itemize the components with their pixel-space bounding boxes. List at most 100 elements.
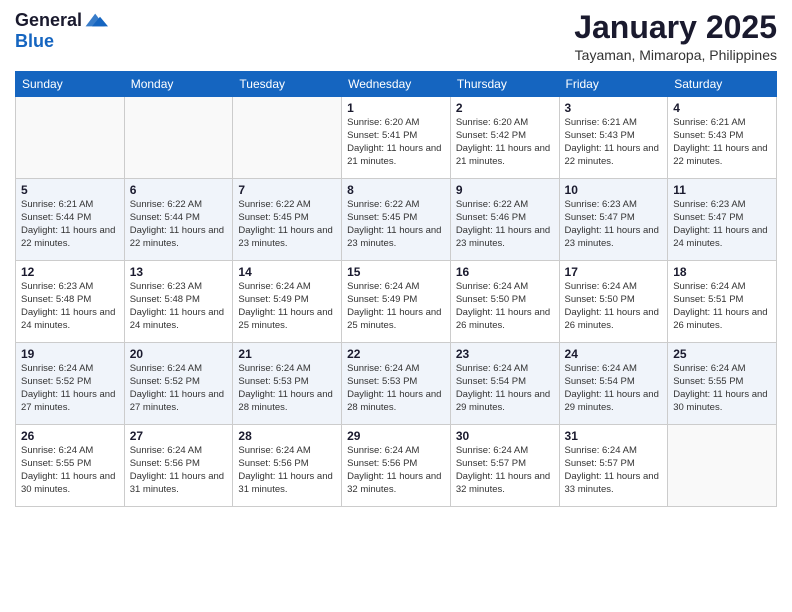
calendar-weekday-header: Friday <box>559 72 668 97</box>
day-number: 7 <box>238 183 336 197</box>
day-info: Sunrise: 6:20 AMSunset: 5:41 PMDaylight:… <box>347 117 445 168</box>
calendar-cell: 28 Sunrise: 6:24 AMSunset: 5:56 PMDayligh… <box>233 425 342 507</box>
day-info: Sunrise: 6:23 AMSunset: 5:47 PMDaylight:… <box>565 199 663 250</box>
calendar-cell: 20 Sunrise: 6:24 AMSunset: 5:52 PMDayligh… <box>124 343 233 425</box>
calendar-cell: 11 Sunrise: 6:23 AMSunset: 5:47 PMDayligh… <box>668 179 777 261</box>
calendar-cell: 14 Sunrise: 6:24 AMSunset: 5:49 PMDayligh… <box>233 261 342 343</box>
day-info: Sunrise: 6:24 AMSunset: 5:56 PMDaylight:… <box>238 445 336 496</box>
calendar-weekday-header: Sunday <box>16 72 125 97</box>
day-number: 10 <box>565 183 663 197</box>
calendar-cell: 26 Sunrise: 6:24 AMSunset: 5:55 PMDayligh… <box>16 425 125 507</box>
day-number: 14 <box>238 265 336 279</box>
day-info: Sunrise: 6:24 AMSunset: 5:54 PMDaylight:… <box>565 363 663 414</box>
calendar-cell <box>16 97 125 179</box>
calendar-weekday-header: Monday <box>124 72 233 97</box>
calendar-cell: 1Sunrise: 6:20 AMSunset: 5:41 PMDaylight… <box>342 97 451 179</box>
day-info: Sunrise: 6:24 AMSunset: 5:55 PMDaylight:… <box>21 445 119 496</box>
day-info: Sunrise: 6:23 AMSunset: 5:47 PMDaylight:… <box>673 199 771 250</box>
day-info: Sunrise: 6:24 AMSunset: 5:51 PMDaylight:… <box>673 281 771 332</box>
calendar-cell: 30 Sunrise: 6:24 AMSunset: 5:57 PMDayligh… <box>450 425 559 507</box>
calendar-cell: 3Sunrise: 6:21 AMSunset: 5:43 PMDaylight… <box>559 97 668 179</box>
logo-general: General <box>15 11 82 31</box>
month-title: January 2025 <box>574 10 777 45</box>
day-number: 20 <box>130 347 228 361</box>
logo-icon <box>84 8 108 32</box>
page: General Blue January 2025 Tayaman, Mimar… <box>0 0 792 612</box>
calendar-cell <box>124 97 233 179</box>
day-info: Sunrise: 6:21 AMSunset: 5:44 PMDaylight:… <box>21 199 119 250</box>
calendar-cell: 12Sunrise: 6:23 AMSunset: 5:48 PMDayligh… <box>16 261 125 343</box>
day-info: Sunrise: 6:24 AMSunset: 5:56 PMDaylight:… <box>347 445 445 496</box>
calendar-cell: 5 Sunrise: 6:21 AMSunset: 5:44 PMDaylight… <box>16 179 125 261</box>
logo-text: General Blue <box>15 10 108 52</box>
day-info: Sunrise: 6:20 AMSunset: 5:42 PMDaylight:… <box>456 117 554 168</box>
day-info: Sunrise: 6:24 AMSunset: 5:53 PMDaylight:… <box>347 363 445 414</box>
logo: General Blue <box>15 10 108 52</box>
day-info: Sunrise: 6:24 AMSunset: 5:49 PMDaylight:… <box>238 281 336 332</box>
calendar-header-row: SundayMondayTuesdayWednesdayThursdayFrid… <box>16 72 777 97</box>
day-number: 13 <box>130 265 228 279</box>
day-number: 21 <box>238 347 336 361</box>
day-number: 11 <box>673 183 771 197</box>
calendar-week-row: 26 Sunrise: 6:24 AMSunset: 5:55 PMDayligh… <box>16 425 777 507</box>
day-number: 22 <box>347 347 445 361</box>
day-info: Sunrise: 6:24 AMSunset: 5:52 PMDaylight:… <box>21 363 119 414</box>
day-info: Sunrise: 6:22 AMSunset: 5:44 PMDaylight:… <box>130 199 228 250</box>
calendar-cell: 24 Sunrise: 6:24 AMSunset: 5:54 PMDayligh… <box>559 343 668 425</box>
calendar-cell: 10 Sunrise: 6:23 AMSunset: 5:47 PMDayligh… <box>559 179 668 261</box>
day-info: Sunrise: 6:24 AMSunset: 5:50 PMDaylight:… <box>456 281 554 332</box>
calendar-cell: 29 Sunrise: 6:24 AMSunset: 5:56 PMDayligh… <box>342 425 451 507</box>
day-info: Sunrise: 6:24 AMSunset: 5:56 PMDaylight:… <box>130 445 228 496</box>
day-number: 23 <box>456 347 554 361</box>
calendar-cell: 23Sunrise: 6:24 AMSunset: 5:54 PMDayligh… <box>450 343 559 425</box>
calendar-cell: 22 Sunrise: 6:24 AMSunset: 5:53 PMDayligh… <box>342 343 451 425</box>
day-number: 18 <box>673 265 771 279</box>
day-number: 25 <box>673 347 771 361</box>
header: General Blue January 2025 Tayaman, Mimar… <box>15 10 777 63</box>
day-number: 30 <box>456 429 554 443</box>
day-info: Sunrise: 6:21 AMSunset: 5:43 PMDaylight:… <box>673 117 771 168</box>
calendar-week-row: 5 Sunrise: 6:21 AMSunset: 5:44 PMDaylight… <box>16 179 777 261</box>
calendar-cell: 15Sunrise: 6:24 AMSunset: 5:49 PMDayligh… <box>342 261 451 343</box>
day-number: 17 <box>565 265 663 279</box>
day-number: 24 <box>565 347 663 361</box>
calendar-cell: 7 Sunrise: 6:22 AMSunset: 5:45 PMDaylight… <box>233 179 342 261</box>
day-number: 26 <box>21 429 119 443</box>
location: Tayaman, Mimaropa, Philippines <box>574 47 777 63</box>
calendar-cell: 21 Sunrise: 6:24 AMSunset: 5:53 PMDayligh… <box>233 343 342 425</box>
calendar-cell: 27Sunrise: 6:24 AMSunset: 5:56 PMDayligh… <box>124 425 233 507</box>
day-number: 5 <box>21 183 119 197</box>
calendar-cell: 9Sunrise: 6:22 AMSunset: 5:46 PMDaylight… <box>450 179 559 261</box>
calendar-weekday-header: Thursday <box>450 72 559 97</box>
calendar-week-row: 1Sunrise: 6:20 AMSunset: 5:41 PMDaylight… <box>16 97 777 179</box>
calendar-cell: 2 Sunrise: 6:20 AMSunset: 5:42 PMDaylight… <box>450 97 559 179</box>
calendar-cell: 18 Sunrise: 6:24 AMSunset: 5:51 PMDayligh… <box>668 261 777 343</box>
day-number: 28 <box>238 429 336 443</box>
calendar-cell: 8Sunrise: 6:22 AMSunset: 5:45 PMDaylight… <box>342 179 451 261</box>
day-number: 6 <box>130 183 228 197</box>
day-number: 29 <box>347 429 445 443</box>
day-info: Sunrise: 6:22 AMSunset: 5:46 PMDaylight:… <box>456 199 554 250</box>
day-info: Sunrise: 6:24 AMSunset: 5:53 PMDaylight:… <box>238 363 336 414</box>
calendar-cell: 13 Sunrise: 6:23 AMSunset: 5:48 PMDayligh… <box>124 261 233 343</box>
title-section: January 2025 Tayaman, Mimaropa, Philippi… <box>574 10 777 63</box>
logo-blue: Blue <box>15 32 108 52</box>
day-info: Sunrise: 6:24 AMSunset: 5:55 PMDaylight:… <box>673 363 771 414</box>
calendar-cell: 19 Sunrise: 6:24 AMSunset: 5:52 PMDayligh… <box>16 343 125 425</box>
calendar-cell: 4 Sunrise: 6:21 AMSunset: 5:43 PMDaylight… <box>668 97 777 179</box>
day-info: Sunrise: 6:24 AMSunset: 5:52 PMDaylight:… <box>130 363 228 414</box>
day-info: Sunrise: 6:24 AMSunset: 5:49 PMDaylight:… <box>347 281 445 332</box>
calendar-cell: 25 Sunrise: 6:24 AMSunset: 5:55 PMDayligh… <box>668 343 777 425</box>
day-info: Sunrise: 6:22 AMSunset: 5:45 PMDaylight:… <box>238 199 336 250</box>
calendar-weekday-header: Saturday <box>668 72 777 97</box>
day-number: 2 <box>456 101 554 115</box>
day-info: Sunrise: 6:24 AMSunset: 5:57 PMDaylight:… <box>456 445 554 496</box>
day-number: 4 <box>673 101 771 115</box>
calendar-week-row: 19 Sunrise: 6:24 AMSunset: 5:52 PMDayligh… <box>16 343 777 425</box>
day-number: 8 <box>347 183 445 197</box>
calendar-cell <box>668 425 777 507</box>
day-number: 16 <box>456 265 554 279</box>
calendar-weekday-header: Tuesday <box>233 72 342 97</box>
day-number: 19 <box>21 347 119 361</box>
day-info: Sunrise: 6:23 AMSunset: 5:48 PMDaylight:… <box>130 281 228 332</box>
